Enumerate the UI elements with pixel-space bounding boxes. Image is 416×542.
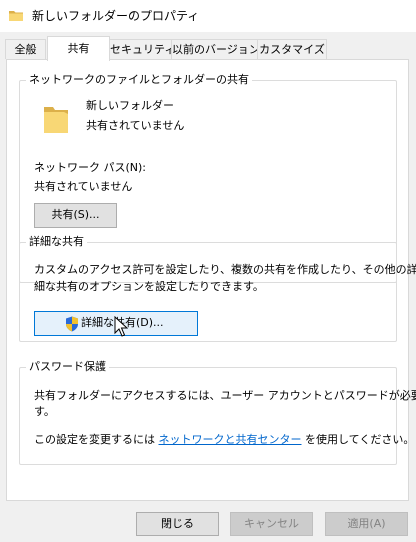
password-protection-group-title: パスワード保護 — [26, 360, 109, 374]
folder-icon — [9, 11, 23, 21]
tab-sharing[interactable]: 共有 — [47, 36, 110, 61]
folder-share-status: 共有されていません — [86, 119, 185, 132]
password-protection-line1: 共有フォルダーにアクセスするには、ユーザー アカウントとパスワードが必要で — [34, 389, 416, 402]
folder-large-icon — [44, 107, 68, 133]
close-button[interactable]: 閉じる — [136, 512, 219, 536]
network-path-value: 共有されていません — [34, 180, 133, 193]
mouse-cursor-icon — [114, 316, 128, 337]
network-path-label: ネットワーク パス(N): — [34, 161, 147, 174]
password-protection-line2: す。 — [34, 405, 55, 418]
password-protection-line3-suffix: を使用してください。 — [301, 433, 415, 446]
apply-button[interactable]: 適用(A) — [325, 512, 408, 536]
tab-panel-sharing: ネットワークのファイルとフォルダーの共有 新しいフォルダー 共有されていません … — [6, 59, 416, 501]
folder-name: 新しいフォルダー — [86, 99, 174, 112]
advanced-share-group-title: 詳細な共有 — [26, 235, 87, 249]
window-title: 新しいフォルダーのプロパティ — [32, 9, 200, 23]
share-button[interactable]: 共有(S)... — [34, 203, 117, 228]
network-sharing-center-link[interactable]: ネットワークと共有センター — [159, 433, 302, 446]
title-bar: 新しいフォルダーのプロパティ — [0, 0, 416, 32]
advanced-share-group: 詳細な共有 カスタムのアクセス許可を設定したり、複数の共有を作成したり、その他の… — [19, 235, 416, 342]
tab-previous-versions[interactable]: 以前のバージョン — [171, 39, 260, 59]
advanced-share-description-line1: カスタムのアクセス許可を設定したり、複数の共有を作成したり、その他の詳 — [34, 263, 416, 276]
uac-shield-icon — [66, 316, 78, 332]
network-share-group-title: ネットワークのファイルとフォルダーの共有 — [26, 73, 252, 87]
password-protection-group: パスワード保護 共有フォルダーにアクセスするには、ユーザー アカウントとパスワー… — [19, 360, 416, 465]
tab-customize[interactable]: カスタマイズ — [257, 39, 327, 59]
password-protection-line3-prefix: この設定を変更するには — [34, 433, 159, 446]
tab-general[interactable]: 全般 — [5, 39, 46, 59]
password-protection-line3: この設定を変更するには ネットワークと共有センター を使用してください。 — [34, 433, 414, 447]
advanced-share-description-line2: 細な共有のオプションを設定したりできます。 — [34, 280, 264, 293]
tab-security[interactable]: セキュリティ — [109, 39, 175, 59]
cancel-button[interactable]: キャンセル — [230, 512, 313, 536]
